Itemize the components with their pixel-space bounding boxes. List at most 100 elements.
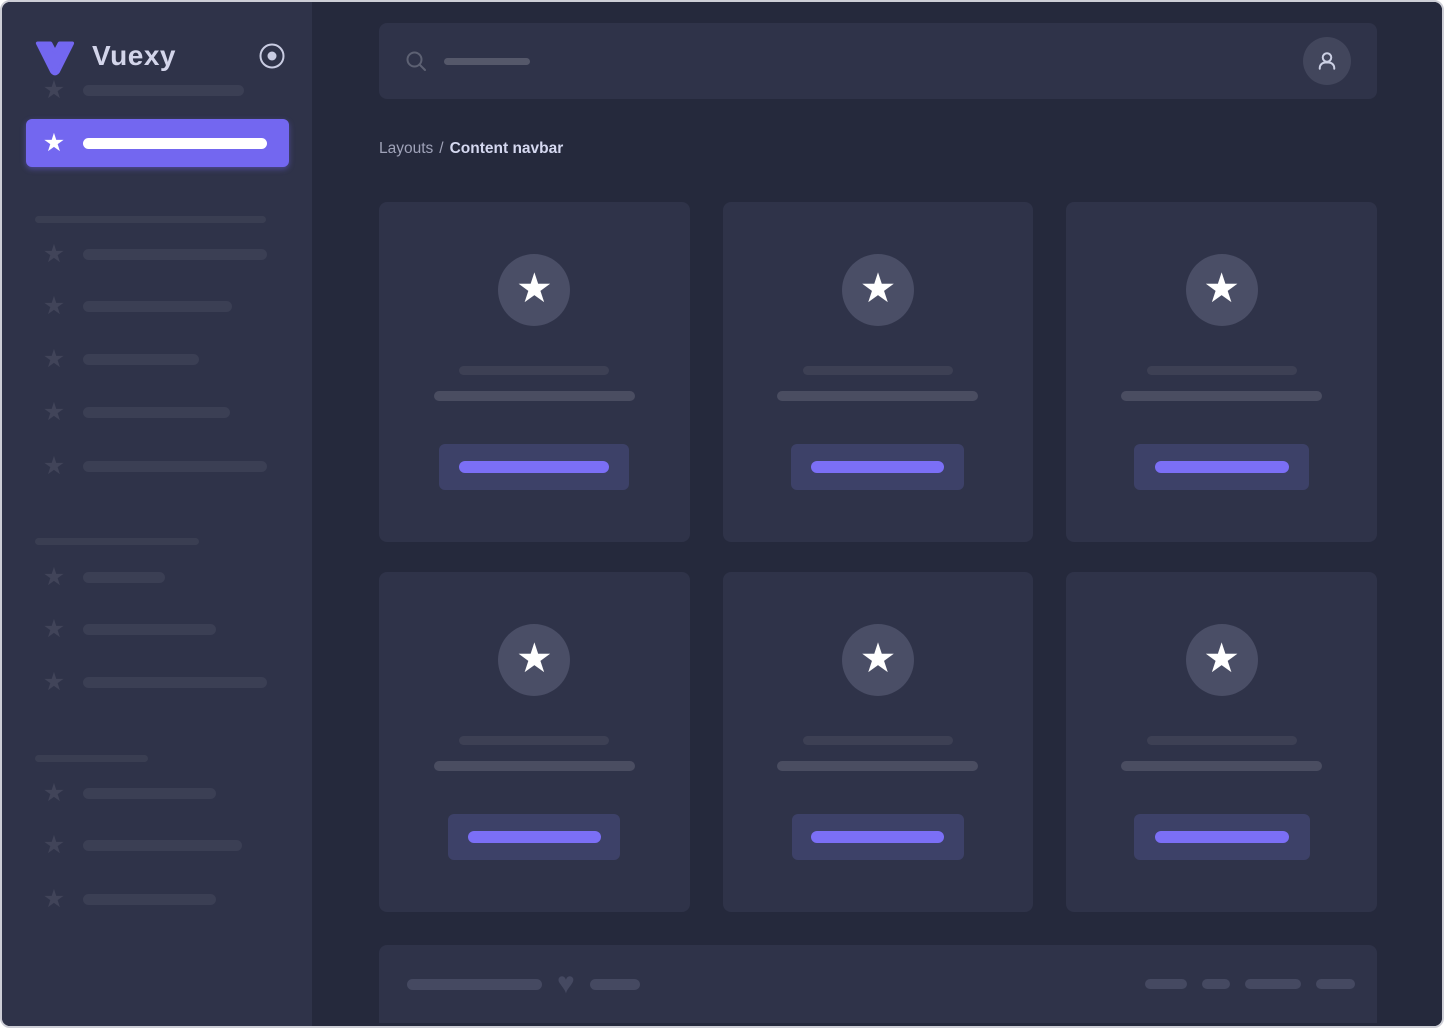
sidebar-item[interactable]: ★: [2, 294, 312, 318]
star-icon: ★: [42, 833, 66, 857]
star-icon: ★: [42, 454, 66, 478]
sidebar: Vuexy ★ ★ ★ ★ ★ ★ ★ ★ ★ ★ ★: [2, 2, 312, 1026]
footer-text-placeholder: [1202, 979, 1230, 989]
footer-text-placeholder: [1245, 979, 1301, 989]
content-card: ★: [379, 202, 690, 542]
sidebar-item-label-placeholder: [83, 840, 242, 851]
star-icon: ★: [516, 252, 553, 328]
breadcrumb-section[interactable]: Layouts: [379, 140, 433, 157]
sidebar-item[interactable]: ★: [2, 781, 312, 805]
sidebar-item[interactable]: ★: [2, 833, 312, 857]
star-icon: ★: [42, 887, 66, 911]
sidebar-nav: ★ ★ ★ ★ ★ ★ ★ ★ ★ ★ ★ ★ ★: [2, 76, 312, 1028]
card-title-placeholder: [459, 736, 609, 745]
button-label-placeholder: [1155, 831, 1289, 843]
sidebar-section-header-placeholder: [35, 538, 199, 545]
card-title-placeholder: [1147, 736, 1297, 745]
star-icon: ★: [42, 78, 66, 102]
card-action-button[interactable]: [1134, 814, 1310, 860]
card-title-placeholder: [803, 366, 953, 375]
content-card: ★: [723, 202, 1034, 542]
sidebar-item[interactable]: ★: [2, 347, 312, 371]
sidebar-item[interactable]: ★: [2, 887, 312, 911]
button-label-placeholder: [811, 461, 944, 473]
card-avatar: ★: [842, 624, 914, 696]
card-subtitle-placeholder: [1121, 391, 1322, 401]
breadcrumb-current: Content navbar: [450, 140, 564, 157]
card-action-button[interactable]: [448, 814, 620, 860]
sidebar-item-active[interactable]: ★: [26, 119, 289, 167]
card-action-button[interactable]: [1134, 444, 1309, 490]
user-avatar[interactable]: [1303, 37, 1351, 85]
sidebar-item[interactable]: ★: [2, 242, 312, 266]
star-icon: ★: [42, 294, 66, 318]
sidebar-section-header-placeholder: [35, 755, 148, 762]
vuexy-logo-icon: [32, 36, 78, 76]
top-navbar: [379, 23, 1377, 99]
sidebar-item[interactable]: ★: [2, 78, 312, 102]
sidebar-item[interactable]: ★: [2, 670, 312, 694]
star-icon: ★: [42, 347, 66, 371]
breadcrumb: Layouts / Content navbar: [379, 140, 1375, 158]
button-label-placeholder: [1155, 461, 1289, 473]
person-icon: [1314, 48, 1340, 74]
card-subtitle-placeholder: [434, 761, 635, 771]
card-avatar: ★: [498, 624, 570, 696]
main-content: Layouts / Content navbar ★ ★ ★ ★: [312, 2, 1442, 1026]
card-action-button[interactable]: [792, 814, 964, 860]
sidebar-item-label-placeholder: [83, 354, 199, 365]
footer-text-placeholder: [1316, 979, 1355, 989]
footer-right-bars: [1145, 979, 1355, 989]
footer-text-placeholder: [590, 979, 640, 990]
star-icon: ★: [42, 781, 66, 805]
button-label-placeholder: [811, 831, 944, 843]
card-subtitle-placeholder: [777, 391, 978, 401]
button-label-placeholder: [468, 831, 601, 843]
star-icon: ★: [860, 252, 897, 328]
brand: Vuexy: [2, 2, 312, 76]
sidebar-item-label-placeholder: [83, 572, 165, 583]
sidebar-item-label-placeholder: [83, 407, 230, 418]
search-input[interactable]: [405, 50, 530, 72]
star-icon: ★: [1203, 622, 1240, 698]
app-window: Vuexy ★ ★ ★ ★ ★ ★ ★ ★ ★ ★ ★: [0, 0, 1444, 1028]
sidebar-item[interactable]: ★: [2, 617, 312, 641]
card-subtitle-placeholder: [777, 761, 978, 771]
card-title-placeholder: [459, 366, 609, 375]
footer-text-placeholder: [1145, 979, 1187, 989]
content-card: ★: [379, 572, 690, 912]
star-icon: ★: [516, 622, 553, 698]
sidebar-pin-toggle-icon[interactable]: [258, 42, 286, 70]
sidebar-item-label-placeholder: [83, 461, 267, 472]
star-icon: ★: [42, 670, 66, 694]
sidebar-item[interactable]: ★: [2, 454, 312, 478]
card-action-button[interactable]: [439, 444, 629, 490]
content-card: ★: [1066, 572, 1377, 912]
star-icon: ★: [860, 622, 897, 698]
card-avatar: ★: [1186, 624, 1258, 696]
footer-card: ♥: [379, 945, 1377, 1023]
sidebar-section-header-placeholder: [35, 216, 266, 223]
breadcrumb-separator: /: [439, 140, 443, 157]
brand-name: Vuexy: [92, 40, 176, 72]
sidebar-item[interactable]: ★: [2, 400, 312, 424]
card-avatar: ★: [1186, 254, 1258, 326]
content-card: ★: [723, 572, 1034, 912]
sidebar-item-label-placeholder: [83, 624, 216, 635]
heart-icon: ♥: [557, 969, 575, 999]
star-icon: ★: [42, 400, 66, 424]
card-grid: ★ ★ ★ ★ ★: [379, 202, 1377, 912]
sidebar-item-label-placeholder: [83, 894, 216, 905]
star-icon: ★: [42, 565, 66, 589]
star-icon: ★: [42, 131, 66, 155]
sidebar-item[interactable]: ★: [2, 565, 312, 589]
sidebar-item-label-placeholder: [83, 249, 267, 260]
search-placeholder-bar: [444, 58, 530, 65]
card-avatar: ★: [842, 254, 914, 326]
card-subtitle-placeholder: [1121, 761, 1322, 771]
card-action-button[interactable]: [791, 444, 964, 490]
sidebar-item-label-placeholder: [83, 677, 267, 688]
card-title-placeholder: [1147, 366, 1297, 375]
star-icon: ★: [1203, 252, 1240, 328]
card-title-placeholder: [803, 736, 953, 745]
